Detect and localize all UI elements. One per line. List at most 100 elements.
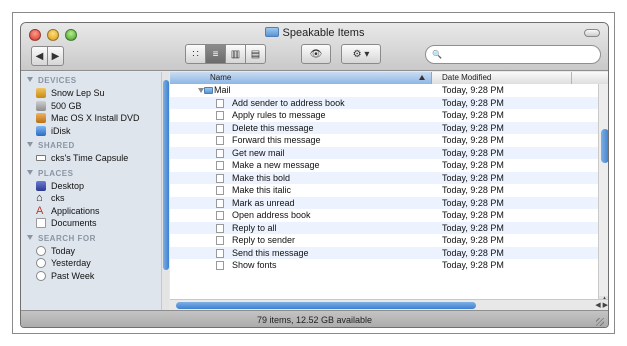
hard-drive-icon bbox=[36, 88, 46, 99]
horizontal-scrollbar[interactable]: ◀ ▶ bbox=[170, 299, 608, 310]
file-row[interactable]: Open address book Today, 9:28 PM bbox=[170, 209, 598, 222]
file-name: Add sender to address book bbox=[232, 97, 345, 108]
external-drive-icon bbox=[36, 100, 46, 111]
date-modified: Today, 9:28 PM bbox=[442, 210, 504, 220]
back-button[interactable]: ◀ bbox=[31, 46, 48, 66]
file-row[interactable]: Make a new message Today, 9:28 PM bbox=[170, 159, 598, 172]
sidebar-item-label: Past Week bbox=[51, 270, 95, 281]
file-row[interactable]: Reply to all Today, 9:28 PM bbox=[170, 221, 598, 234]
documents-icon bbox=[36, 218, 46, 229]
document-icon bbox=[216, 148, 224, 158]
file-name: Open address book bbox=[232, 210, 311, 220]
section-label: SEARCH FOR bbox=[38, 233, 96, 243]
sidebar-item-desktop[interactable]: Desktop bbox=[21, 180, 168, 193]
horizontal-scroll-thumb[interactable] bbox=[176, 302, 476, 309]
clock-icon bbox=[36, 245, 46, 256]
sidebar-item-applications[interactable]: A Applications bbox=[21, 205, 168, 218]
file-row[interactable]: Make this bold Today, 9:28 PM bbox=[170, 171, 598, 184]
file-name: Apply rules to message bbox=[232, 110, 326, 120]
file-name: Show fonts bbox=[232, 260, 277, 270]
sidebar-item-yesterday[interactable]: Yesterday bbox=[21, 257, 168, 270]
column-view-button[interactable]: ▥ bbox=[225, 44, 246, 64]
vertical-scrollbar[interactable] bbox=[598, 84, 608, 296]
toolbar-toggle-button[interactable] bbox=[584, 29, 600, 37]
horizontal-scroll-arrows[interactable]: ◀ ▶ bbox=[595, 301, 608, 309]
sidebar-item-today[interactable]: Today bbox=[21, 245, 168, 258]
sidebar-section-shared[interactable]: SHARED bbox=[21, 140, 168, 152]
column-header-name[interactable]: Name bbox=[170, 72, 432, 84]
search-icon: 🔍 bbox=[432, 50, 442, 59]
action-menu-button[interactable]: ⚙ ▾ bbox=[341, 44, 381, 64]
document-icon bbox=[216, 98, 224, 108]
date-modified: Today, 9:28 PM bbox=[442, 160, 504, 170]
sidebar-section-search-for[interactable]: SEARCH FOR bbox=[21, 233, 168, 245]
coverflow-view-button[interactable]: ▤ bbox=[245, 44, 266, 64]
section-label: SHARED bbox=[38, 141, 75, 150]
file-row[interactable]: Mark as unread Today, 9:28 PM bbox=[170, 196, 598, 209]
column-header-filler bbox=[572, 72, 608, 84]
document-icon bbox=[216, 236, 224, 245]
sidebar-item-home[interactable]: ⌂ cks bbox=[21, 192, 168, 205]
file-name: Delete this message bbox=[232, 122, 314, 133]
sidebar-item-time-capsule[interactable]: cks's Time Capsule bbox=[21, 152, 168, 165]
document-icon bbox=[216, 248, 224, 258]
document-icon bbox=[216, 198, 224, 208]
file-row[interactable]: Make this italic Today, 9:28 PM bbox=[170, 184, 598, 197]
file-row[interactable]: Forward this message Today, 9:28 PM bbox=[170, 134, 598, 147]
sidebar-item-install-dvd[interactable]: Mac OS X Install DVD bbox=[21, 112, 168, 125]
file-name: Get new mail bbox=[232, 147, 285, 158]
file-row[interactable]: Delete this message Today, 9:28 PM bbox=[170, 121, 598, 134]
sidebar-scrollbar[interactable] bbox=[161, 72, 169, 310]
date-modified: Today, 9:28 PM bbox=[442, 197, 504, 208]
file-rows: Mail Today, 9:28 PM Add sender to addres… bbox=[170, 84, 598, 272]
column-label: Date Modified bbox=[442, 73, 492, 82]
sidebar-item-snow-lep-su[interactable]: Snow Lep Su bbox=[21, 87, 168, 100]
sidebar-section-devices[interactable]: DEVICES bbox=[21, 75, 168, 87]
sort-ascending-icon bbox=[419, 75, 425, 80]
file-name: Forward this message bbox=[232, 135, 321, 145]
quick-look-button[interactable]: 👁 bbox=[301, 44, 331, 64]
window-title: Speakable Items bbox=[282, 27, 365, 39]
file-row[interactable]: Reply to sender Today, 9:28 PM bbox=[170, 234, 598, 247]
file-row[interactable]: Add sender to address book Today, 9:28 PM bbox=[170, 96, 598, 109]
icon-view-button[interactable]: ∷ bbox=[185, 44, 206, 64]
date-modified: Today, 9:28 PM bbox=[442, 85, 504, 95]
finder-window: Speakable Items ◀ ▶ ∷ ≡ ▥ ▤ 👁 ⚙ ▾ 🔍 DEVI… bbox=[20, 22, 609, 328]
file-row[interactable]: Send this message Today, 9:28 PM bbox=[170, 246, 598, 259]
list-view-button[interactable]: ≡ bbox=[205, 44, 226, 64]
column-header-row: Name Date Modified bbox=[170, 72, 608, 84]
vertical-scroll-thumb[interactable] bbox=[601, 129, 608, 163]
file-row[interactable]: Get new mail Today, 9:28 PM bbox=[170, 146, 598, 159]
document-icon bbox=[216, 186, 224, 195]
resize-grip-icon[interactable] bbox=[596, 318, 604, 326]
file-row[interactable]: Apply rules to message Today, 9:28 PM bbox=[170, 109, 598, 122]
folder-row-mail[interactable]: Mail Today, 9:28 PM bbox=[170, 84, 598, 97]
forward-button[interactable]: ▶ bbox=[47, 46, 64, 66]
section-label: PLACES bbox=[38, 168, 74, 178]
sidebar-item-label: Mac OS X Install DVD bbox=[51, 113, 140, 124]
sidebar-scroll-thumb[interactable] bbox=[163, 80, 169, 270]
date-modified: Today, 9:28 PM bbox=[442, 222, 504, 233]
sidebar-item-label: Yesterday bbox=[51, 258, 91, 269]
sidebar-item-label: Documents bbox=[51, 218, 97, 229]
document-icon bbox=[216, 136, 224, 145]
file-row[interactable]: Show fonts Today, 9:28 PM bbox=[170, 259, 598, 272]
file-name: Mark as unread bbox=[232, 197, 295, 208]
file-name: Send this message bbox=[232, 247, 309, 258]
section-label: DEVICES bbox=[38, 76, 77, 85]
sidebar-item-past-week[interactable]: Past Week bbox=[21, 270, 168, 283]
column-header-date-modified[interactable]: Date Modified bbox=[432, 72, 572, 84]
clock-icon bbox=[36, 270, 46, 281]
titlebar: Speakable Items ◀ ▶ ∷ ≡ ▥ ▤ 👁 ⚙ ▾ 🔍 bbox=[21, 23, 608, 71]
sidebar-section-places[interactable]: PLACES bbox=[21, 168, 168, 180]
sidebar-item-idisk[interactable]: iDisk bbox=[21, 125, 168, 138]
document-icon bbox=[216, 161, 224, 170]
column-label: Name bbox=[210, 73, 232, 82]
forward-arrow-icon: ▶ bbox=[51, 50, 60, 62]
sidebar-item-documents[interactable]: Documents bbox=[21, 217, 168, 230]
coverflow-view-icon: ▤ bbox=[250, 48, 261, 60]
date-modified: Today, 9:28 PM bbox=[442, 110, 504, 120]
sidebar-item-500gb[interactable]: 500 GB bbox=[21, 100, 168, 113]
search-field[interactable]: 🔍 bbox=[425, 45, 601, 64]
sidebar-item-label: cks bbox=[51, 193, 65, 204]
